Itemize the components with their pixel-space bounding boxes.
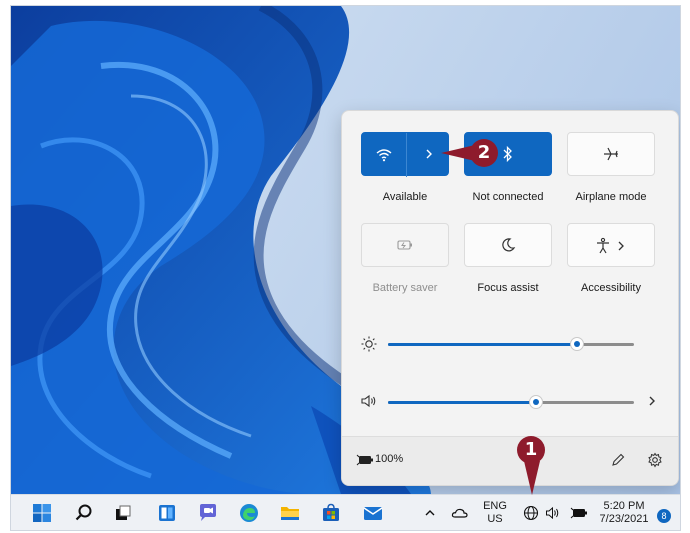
focus-assist-tile-label: Focus assist bbox=[477, 282, 539, 294]
battery-icon bbox=[356, 453, 374, 467]
edge-icon[interactable] bbox=[238, 502, 260, 524]
quick-settings-panel: Available Not connected Airplane mode Ba… bbox=[341, 110, 679, 486]
wifi-tile-label: Available bbox=[382, 191, 428, 203]
wifi-tile[interactable] bbox=[361, 132, 449, 177]
battery-saver-tile-label: Battery saver bbox=[372, 282, 438, 294]
clock-date: 7/23/2021 bbox=[599, 513, 649, 525]
quick-settings-footer: 100% bbox=[342, 436, 678, 485]
start-icon[interactable] bbox=[31, 502, 53, 524]
language-region: US bbox=[487, 513, 503, 525]
callout-badge-2: 2 bbox=[470, 139, 498, 167]
brightness-slider[interactable] bbox=[388, 337, 634, 351]
mail-icon[interactable] bbox=[362, 502, 384, 524]
settings-gear-icon[interactable] bbox=[647, 452, 663, 468]
screenshot-frame: Available Not connected Airplane mode Ba… bbox=[10, 5, 681, 531]
airplane-mode-tile[interactable] bbox=[567, 132, 655, 176]
file-explorer-icon[interactable] bbox=[279, 502, 301, 524]
wifi-tile-divider bbox=[406, 133, 407, 177]
battery-status-icon bbox=[570, 506, 588, 525]
clock[interactable]: 5:20 PM 7/23/2021 bbox=[596, 500, 652, 526]
volume-slider-thumb[interactable] bbox=[529, 395, 543, 409]
chat-icon[interactable] bbox=[197, 502, 219, 524]
battery-saver-icon bbox=[396, 238, 414, 252]
battery-percentage[interactable]: 100% bbox=[375, 453, 403, 465]
volume-icon bbox=[545, 506, 561, 525]
taskbar: ENG US 5:20 PM 7/23/2021 8 bbox=[11, 494, 680, 530]
wifi-icon bbox=[375, 146, 393, 164]
accessibility-tile[interactable] bbox=[567, 223, 655, 267]
store-icon[interactable] bbox=[320, 502, 342, 524]
callout-1-pointer bbox=[524, 461, 540, 495]
onedrive-cloud-icon[interactable] bbox=[449, 502, 471, 524]
task-view-icon[interactable] bbox=[112, 502, 134, 524]
show-hidden-icons-chevron-icon[interactable] bbox=[419, 502, 441, 524]
focus-assist-tile[interactable] bbox=[464, 223, 552, 267]
search-icon[interactable] bbox=[73, 502, 95, 524]
airplane-icon bbox=[602, 145, 620, 163]
notification-count-badge[interactable]: 8 bbox=[657, 509, 671, 523]
callout-badge-1: 1 bbox=[517, 436, 545, 464]
edit-pencil-icon[interactable] bbox=[610, 452, 626, 468]
bluetooth-icon bbox=[500, 145, 516, 163]
input-language-indicator[interactable]: ENG US bbox=[481, 500, 509, 526]
wifi-expand-chevron-icon[interactable] bbox=[423, 147, 435, 161]
accessibility-tile-label: Accessibility bbox=[581, 282, 641, 294]
airplane-mode-tile-label: Airplane mode bbox=[575, 191, 647, 203]
system-tray-status-group[interactable] bbox=[518, 499, 598, 527]
clock-time: 5:20 PM bbox=[603, 500, 645, 512]
bluetooth-tile-label: Not connected bbox=[472, 191, 544, 203]
volume-slider[interactable] bbox=[388, 395, 634, 409]
audio-output-chevron-icon[interactable] bbox=[646, 394, 658, 408]
accessibility-chevron-icon[interactable] bbox=[616, 239, 626, 253]
brightness-icon bbox=[360, 335, 378, 353]
language-code: ENG bbox=[483, 500, 507, 512]
network-globe-icon bbox=[523, 505, 539, 526]
accessibility-icon bbox=[595, 237, 611, 255]
moon-icon bbox=[500, 237, 516, 253]
brightness-slider-thumb[interactable] bbox=[570, 337, 584, 351]
volume-slider-fill bbox=[388, 401, 536, 404]
battery-saver-tile[interactable] bbox=[361, 223, 449, 267]
brightness-slider-fill bbox=[388, 343, 577, 346]
speaker-icon[interactable] bbox=[360, 393, 378, 409]
widgets-icon[interactable] bbox=[156, 502, 178, 524]
